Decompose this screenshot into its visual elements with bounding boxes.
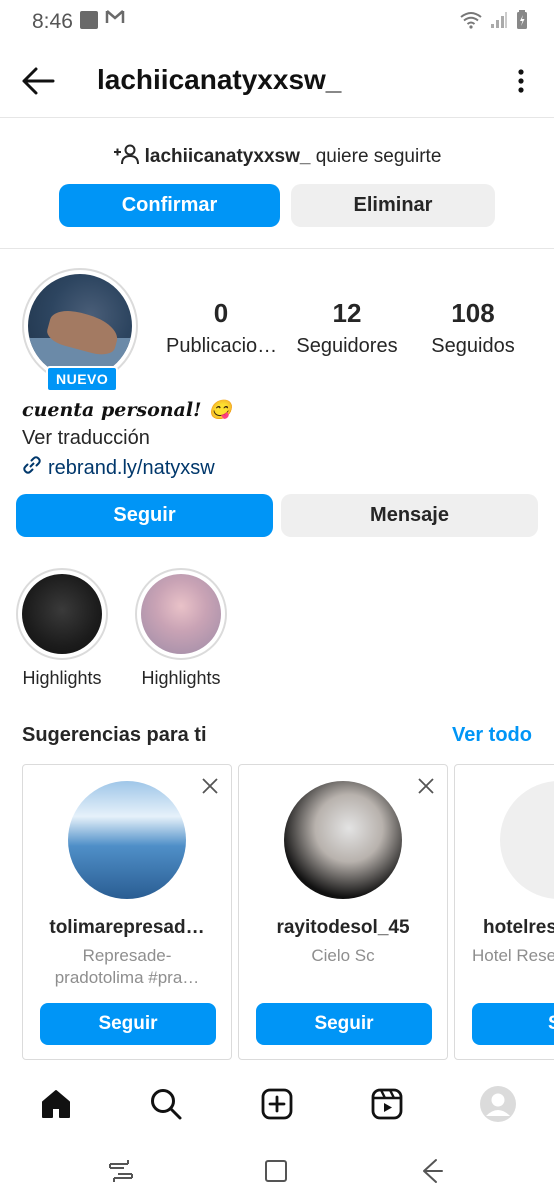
highlight-ring xyxy=(135,568,227,660)
profile-header: lachiicanatyxxsw_ xyxy=(0,44,554,118)
requester-username[interactable]: lachiicanatyxxsw_ xyxy=(145,146,311,167)
stat-following-value: 108 xyxy=(451,298,495,328)
suggestion-username[interactable]: hotelres xyxy=(455,917,554,939)
battery-icon xyxy=(516,10,528,35)
reels-icon[interactable] xyxy=(367,1084,407,1124)
highlight-ring xyxy=(16,568,108,660)
stat-following[interactable]: 108 Seguidos xyxy=(420,298,526,358)
see-all-link[interactable]: Ver todo xyxy=(452,724,532,747)
stat-followers[interactable]: 12 Seguidores xyxy=(292,298,402,358)
bio-link-text: rebrand.ly/natyxsw xyxy=(48,456,215,479)
search-icon[interactable] xyxy=(146,1084,186,1124)
link-icon xyxy=(22,455,42,481)
suggestions-title: Sugerencias para ti xyxy=(22,724,207,746)
suggestion-card[interactable]: tolimarepresad… Represade- pradotolima #… xyxy=(22,764,232,1060)
wifi-icon xyxy=(460,11,482,34)
highlight-cover-image xyxy=(22,574,102,654)
stat-posts-label: Publicacio… xyxy=(166,335,278,357)
highlight-item[interactable]: Highlights xyxy=(14,568,110,689)
avatar-image xyxy=(28,274,132,378)
system-nav-bar xyxy=(0,1140,554,1200)
stat-posts[interactable]: 0 Publicacio… xyxy=(166,298,277,358)
follow-request-banner: lachiicanatyxxsw_ quiere seguirte Confir… xyxy=(0,119,554,249)
highlight-item[interactable]: Highlights xyxy=(133,568,229,689)
home-icon[interactable] xyxy=(36,1084,76,1124)
stat-followers-value: 12 xyxy=(332,298,362,328)
close-icon[interactable] xyxy=(417,777,435,795)
request-text: quiere seguirte xyxy=(315,146,442,167)
back-arrow-icon[interactable] xyxy=(20,66,56,96)
see-translation-link[interactable]: Ver traducción xyxy=(22,427,150,450)
gmail-icon xyxy=(105,8,125,32)
signal-icon xyxy=(490,11,508,34)
suggestion-follow-button[interactable]: Se xyxy=(472,1003,554,1045)
suggestion-card[interactable]: rayitodesol_45 Cielo Sc Seguir xyxy=(238,764,448,1060)
home-button-icon[interactable] xyxy=(259,1154,293,1188)
status-right xyxy=(460,10,528,35)
suggestion-username[interactable]: rayitodesol_45 xyxy=(239,917,447,939)
suggestion-avatar[interactable] xyxy=(500,781,554,899)
follow-button[interactable]: Seguir xyxy=(16,494,273,537)
suggestion-follow-button[interactable]: Seguir xyxy=(40,1003,216,1045)
new-badge: NUEVO xyxy=(46,366,119,392)
suggestion-subtitle: Hotel Rese xyxy=(472,946,554,965)
more-options-icon[interactable] xyxy=(516,66,526,96)
suggestion-subtitle: Cielo Sc xyxy=(311,946,375,965)
delete-button[interactable]: Eliminar xyxy=(291,184,495,227)
bio-link[interactable]: rebrand.ly/natyxsw xyxy=(22,455,215,481)
bottom-nav xyxy=(0,1072,554,1136)
page-title: lachiicanatyxxsw_ xyxy=(97,64,342,95)
suggestion-follow-button[interactable]: Seguir xyxy=(256,1003,432,1045)
create-post-icon[interactable] xyxy=(257,1084,297,1124)
bio-text: cuenta personal! 😋 xyxy=(22,399,232,421)
message-button[interactable]: Mensaje xyxy=(281,494,538,537)
stat-following-label: Seguidos xyxy=(431,335,515,357)
status-time: 8:46 xyxy=(32,10,73,33)
suggestion-username[interactable]: tolimarepresad… xyxy=(23,917,231,939)
close-icon[interactable] xyxy=(201,777,219,795)
highlight-label: Highlights xyxy=(22,668,102,688)
recent-apps-icon[interactable] xyxy=(104,1154,138,1188)
suggestion-card[interactable]: hotelres Hotel Rese Se xyxy=(454,764,554,1060)
add-person-icon xyxy=(113,143,141,171)
status-bar: 8:46 xyxy=(0,0,554,44)
highlight-label: Highlights xyxy=(141,668,221,688)
suggestion-avatar[interactable] xyxy=(284,781,402,899)
system-back-icon[interactable] xyxy=(414,1154,448,1188)
confirm-button[interactable]: Confirmar xyxy=(59,184,280,227)
follow-request-text: lachiicanatyxxsw_ quiere seguirte xyxy=(0,143,554,171)
suggestion-subtitle: Represade- pradotolima #pra… xyxy=(54,946,200,987)
notification-square-icon xyxy=(80,11,98,29)
stat-posts-value: 0 xyxy=(213,298,229,328)
suggestion-avatar[interactable] xyxy=(68,781,186,899)
profile-tab-avatar[interactable] xyxy=(478,1084,518,1124)
highlight-cover-image xyxy=(141,574,221,654)
stat-followers-label: Seguidores xyxy=(296,335,398,357)
